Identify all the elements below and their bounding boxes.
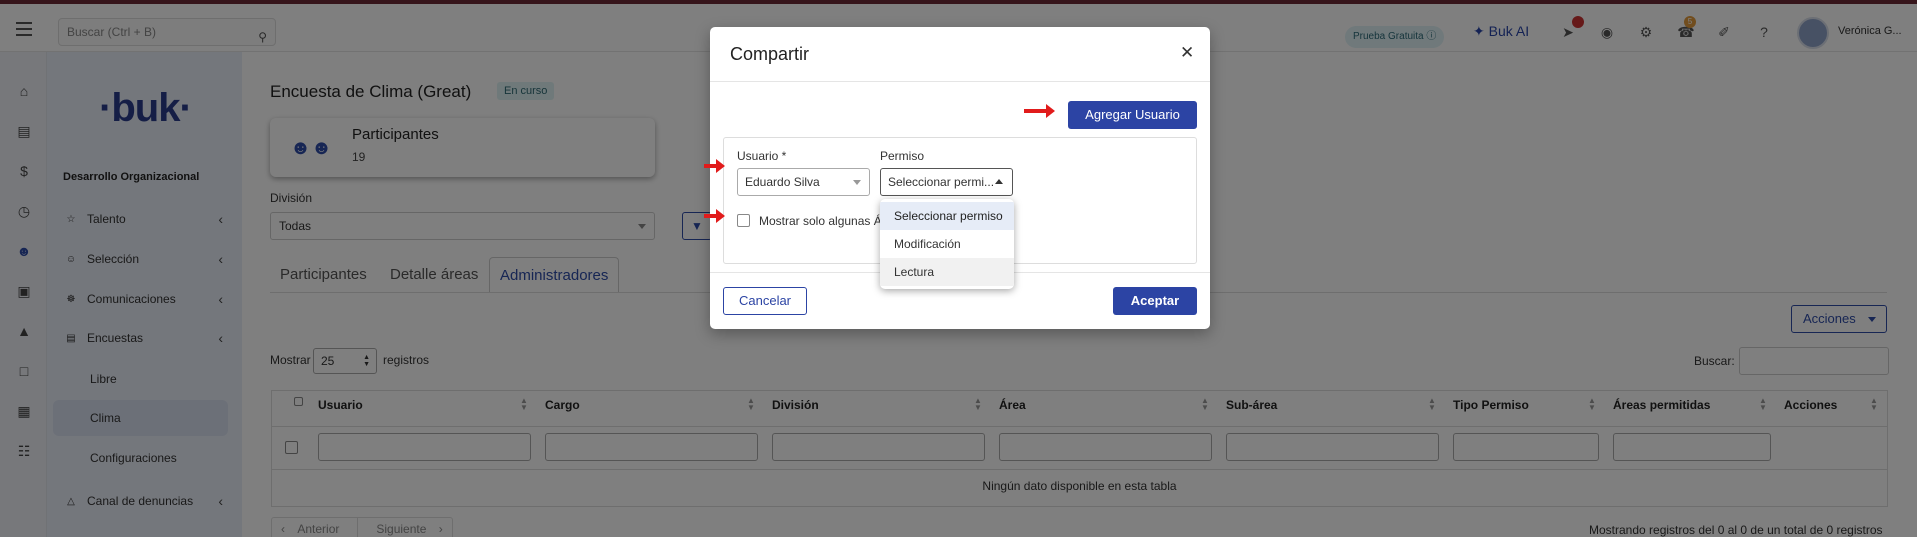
add-user-button[interactable]: Agregar Usuario bbox=[1068, 101, 1197, 129]
annotation-arrow bbox=[704, 209, 725, 223]
permission-option[interactable]: Lectura bbox=[880, 258, 1014, 286]
chevron-down-icon bbox=[853, 180, 861, 185]
show-some-areas-checkbox[interactable] bbox=[737, 214, 750, 227]
permission-dropdown: Seleccionar permiso Modificación Lectura bbox=[880, 199, 1014, 289]
chevron-up-icon bbox=[995, 179, 1003, 184]
annotation-arrow bbox=[1024, 104, 1055, 118]
cancel-button[interactable]: Cancelar bbox=[723, 287, 807, 315]
annotation-arrow bbox=[704, 159, 725, 173]
close-icon[interactable]: ✕ bbox=[1180, 43, 1194, 63]
user-select[interactable]: Eduardo Silva bbox=[737, 168, 870, 196]
permission-field-label: Permiso bbox=[880, 149, 925, 163]
modal-title: Compartir bbox=[730, 44, 810, 64]
show-some-areas-label: Mostrar solo algunas Á bbox=[759, 214, 882, 228]
permission-option[interactable]: Modificación bbox=[880, 230, 1014, 258]
modal-header-divider bbox=[710, 81, 1210, 82]
accept-button[interactable]: Aceptar bbox=[1113, 287, 1197, 315]
user-field-label: Usuario * bbox=[737, 149, 787, 163]
user-select-value: Eduardo Silva bbox=[745, 175, 820, 189]
permission-select-value: Seleccionar permi... bbox=[888, 175, 995, 189]
permission-option[interactable]: Seleccionar permiso bbox=[880, 202, 1014, 230]
permission-select[interactable]: Seleccionar permi... bbox=[880, 168, 1013, 196]
